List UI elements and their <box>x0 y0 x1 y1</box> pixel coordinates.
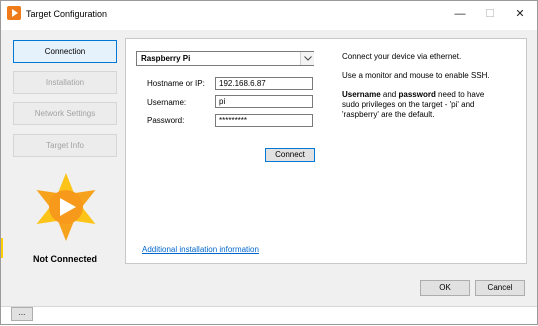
username-label: Username: <box>147 98 187 107</box>
connection-status: Not Connected <box>33 254 97 264</box>
info-and: and <box>380 90 399 99</box>
username-field[interactable]: pi <box>215 95 313 108</box>
maximize-button[interactable]: ☐ <box>478 5 502 23</box>
bottom-strip <box>0 306 538 326</box>
nav-installation[interactable]: Installation <box>13 71 117 94</box>
info-password-bold: password <box>398 90 436 99</box>
more-button[interactable]: ... <box>11 307 33 321</box>
hostname-field[interactable]: 192.168.6.87 <box>215 77 313 90</box>
info-ssh: Use a monitor and mouse to enable SSH. <box>342 71 490 80</box>
device-select[interactable]: Raspberry Pi <box>136 51 314 66</box>
window-title: Target Configuration <box>26 9 108 19</box>
password-label: Password: <box>147 116 185 125</box>
hostname-label: Hostname or IP: <box>147 79 205 88</box>
close-button[interactable]: ✕ <box>508 5 532 23</box>
info-ethernet: Connect your device via ethernet. <box>342 52 462 61</box>
password-field[interactable]: ********* <box>215 114 313 127</box>
info-username-bold: Username <box>342 90 381 99</box>
product-logo-icon <box>36 173 96 241</box>
installation-info-link[interactable]: Additional installation information <box>142 245 259 254</box>
chevron-down-icon[interactable] <box>300 52 314 65</box>
nav-target-info[interactable]: Target Info <box>13 134 117 157</box>
minimize-button[interactable]: — <box>448 5 472 23</box>
nav-network-settings[interactable]: Network Settings <box>13 102 117 125</box>
background-window-edge <box>0 238 3 258</box>
info-credentials: Username and password need to have <box>342 90 484 100</box>
info-need: need to have <box>435 90 485 99</box>
connect-button[interactable]: Connect <box>265 148 315 162</box>
app-logo-icon <box>7 6 21 20</box>
nav-connection[interactable]: Connection <box>13 40 117 63</box>
info-default: 'raspberry' are the default. <box>342 110 435 119</box>
cancel-button[interactable]: Cancel <box>475 280 525 296</box>
info-sudo: sudo privileges on the target - 'pi' and <box>342 100 475 109</box>
ok-button[interactable]: OK <box>420 280 470 296</box>
